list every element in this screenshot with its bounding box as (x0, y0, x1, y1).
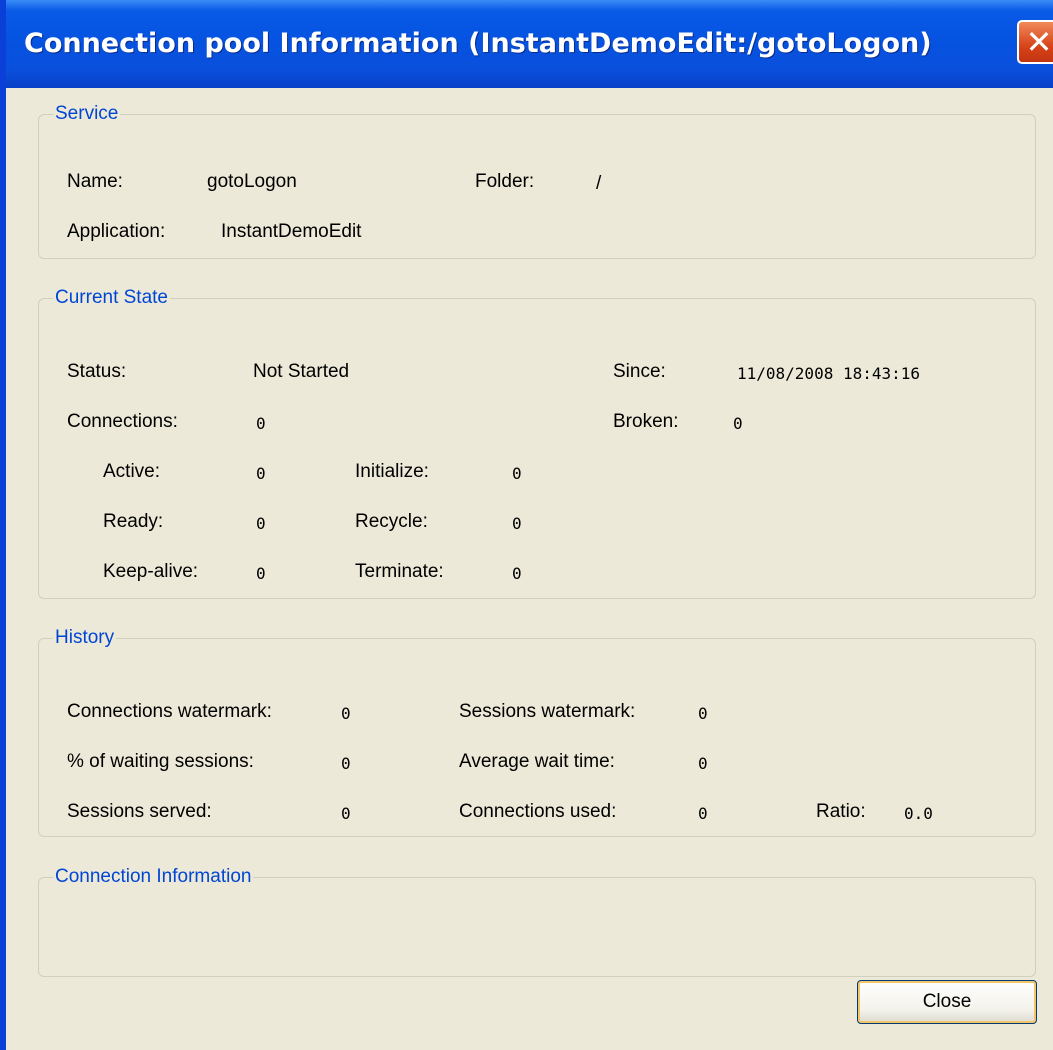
folder-label: Folder: (475, 171, 535, 192)
since-value: 11/08/2008 18:43:16 (737, 364, 921, 383)
terminate-value: 0 (512, 564, 522, 583)
waiting-label: % of waiting sessions: (67, 751, 254, 772)
service-group: Service Name: gotoLogon Folder: / Applic… (38, 103, 1036, 259)
close-icon[interactable]: ✕ (1017, 20, 1053, 64)
avg-wait-value: 0 (698, 754, 708, 773)
folder-value: / (596, 173, 602, 194)
sess-watermark-label: Sessions watermark: (459, 701, 636, 722)
broken-value: 0 (733, 414, 743, 433)
active-value: 0 (256, 464, 266, 483)
ready-label: Ready: (103, 511, 164, 532)
current-state-legend: Current State (55, 287, 168, 308)
terminate-label: Terminate: (355, 561, 444, 582)
connection-info-legend: Connection Information (55, 866, 252, 887)
served-value: 0 (341, 804, 351, 823)
current-state-group: Current State Status: Not Started Since:… (38, 287, 1036, 599)
window-title: Connection pool Information (InstantDemo… (24, 28, 932, 59)
conn-watermark-value: 0 (341, 704, 351, 723)
used-value: 0 (698, 804, 708, 823)
ratio-label: Ratio: (816, 801, 866, 822)
keepalive-label: Keep-alive: (103, 561, 199, 582)
dialog-window: Connection pool Information (InstantDemo… (0, 0, 1053, 1050)
name-label: Name: (67, 171, 123, 192)
close-button[interactable]: Close (857, 980, 1037, 1024)
since-label: Since: (613, 361, 666, 382)
history-group: History Connections watermark: 0 Session… (38, 627, 1036, 837)
keepalive-value: 0 (256, 564, 266, 583)
name-value: gotoLogon (207, 171, 297, 192)
connections-label: Connections: (67, 411, 178, 432)
served-label: Sessions served: (67, 801, 212, 822)
recycle-label: Recycle: (355, 511, 428, 532)
sess-watermark-value: 0 (698, 704, 708, 723)
avg-wait-label: Average wait time: (459, 751, 615, 772)
status-label: Status: (67, 361, 127, 382)
waiting-value: 0 (341, 754, 351, 773)
connections-value: 0 (256, 414, 266, 433)
application-value: InstantDemoEdit (221, 221, 362, 242)
status-value: Not Started (253, 361, 350, 382)
connection-info-group: Connection Information (38, 866, 1036, 977)
initialize-value: 0 (512, 464, 522, 483)
broken-label: Broken: (613, 411, 679, 432)
used-label: Connections used: (459, 801, 617, 822)
conn-watermark-label: Connections watermark: (67, 701, 272, 722)
ratio-value: 0.0 (904, 804, 933, 823)
initialize-label: Initialize: (355, 461, 429, 482)
title-bar[interactable]: Connection pool Information (InstantDemo… (6, 0, 1053, 88)
ready-value: 0 (256, 514, 266, 533)
service-legend: Service (55, 103, 119, 124)
history-legend: History (55, 627, 115, 648)
active-label: Active: (103, 461, 161, 482)
application-label: Application: (67, 221, 166, 242)
recycle-value: 0 (512, 514, 522, 533)
